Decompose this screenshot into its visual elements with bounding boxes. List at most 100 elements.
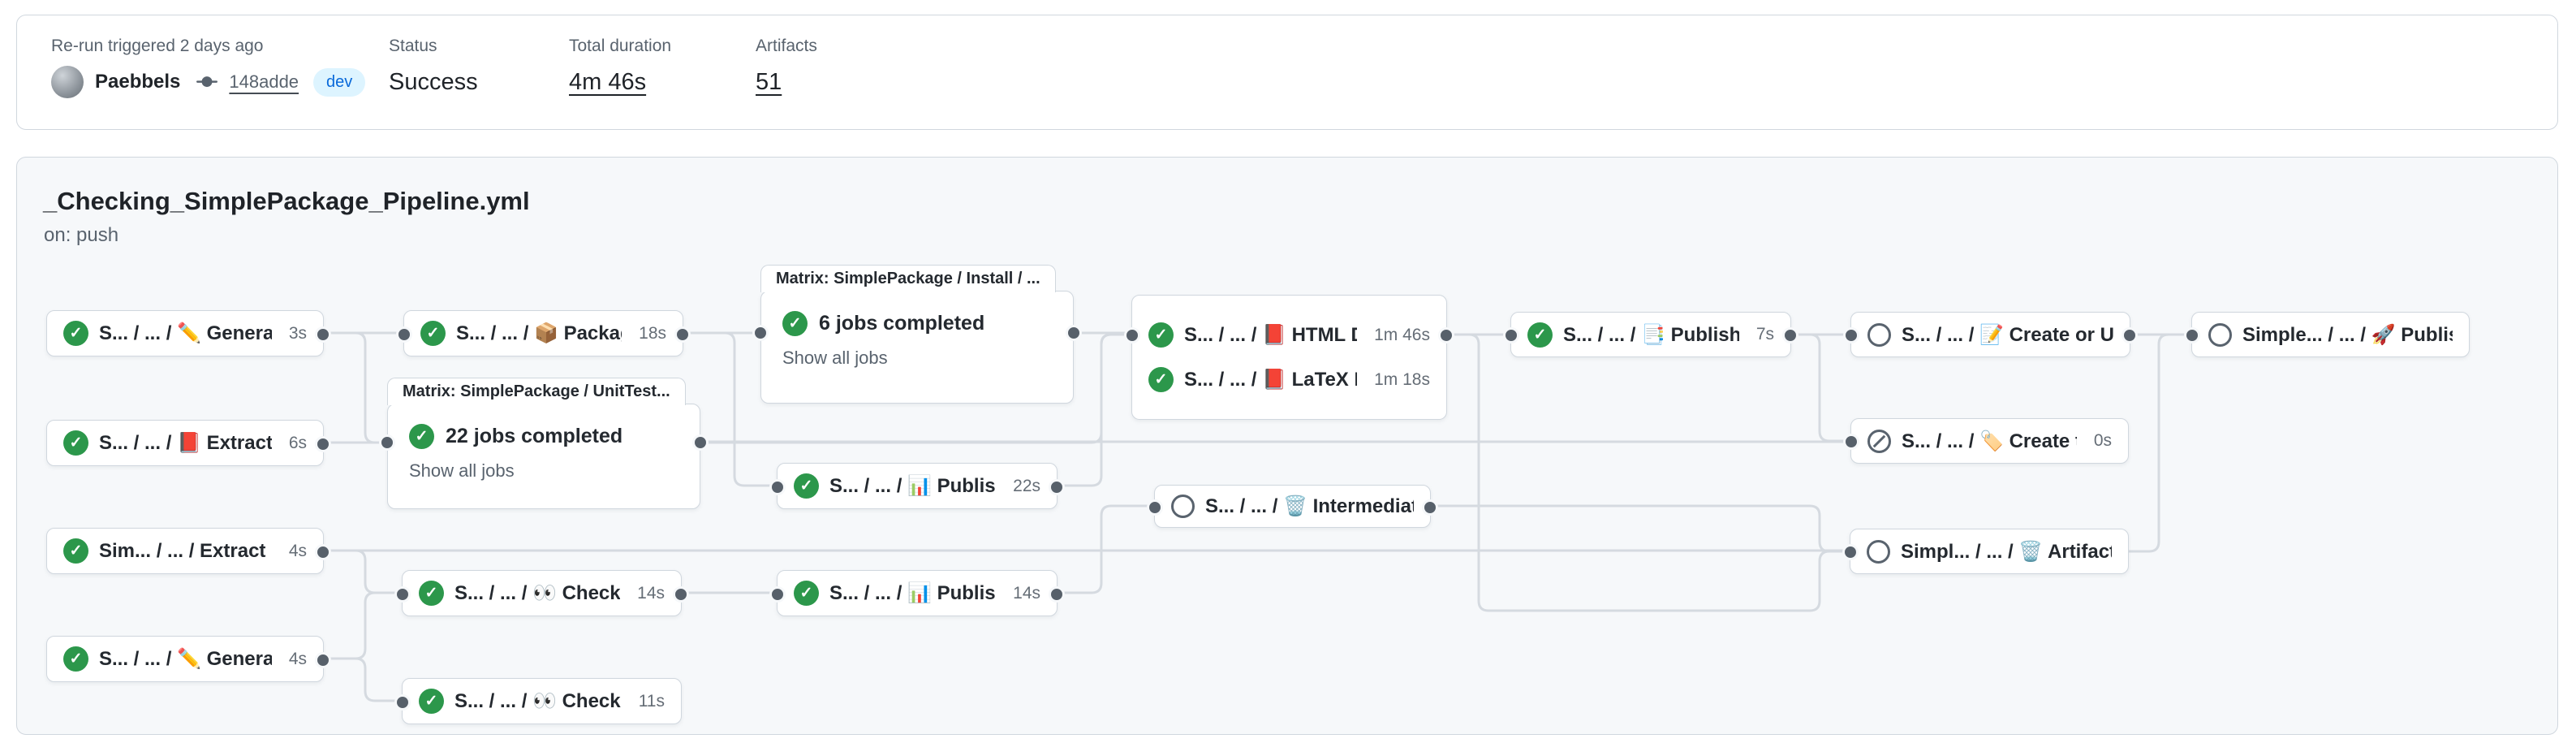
- duration-value[interactable]: 4m 46s: [569, 69, 671, 96]
- workflow-trigger: on: push: [44, 224, 118, 247]
- success-check-icon: ✓: [1527, 322, 1553, 348]
- job-extract-configurations[interactable]: ✓S... / ... / 📕 Extract configur...6s: [46, 420, 324, 466]
- job-publish-to-gh-pages[interactable]: ✓ S... / ... / 📑 Publish to GH-P... 7s: [1510, 312, 1791, 357]
- matrix-node[interactable]: ✓6 jobs completed Show all jobs: [760, 291, 1074, 404]
- job-check-static-types[interactable]: ✓S... / ... / 👀 Check Static Ty...14s: [402, 570, 682, 616]
- job-package-in-source[interactable]: ✓S... / ... / 📦 Package in Sou...18s: [403, 310, 683, 356]
- job-create-or-update-release[interactable]: S... / ... / 📝 Create or Update R...: [1850, 312, 2130, 357]
- connection-dot: [692, 434, 709, 451]
- connection-dot: [1147, 499, 1163, 516]
- job-label: S... / ... / 📊 Publish Code C...: [829, 474, 996, 498]
- neutral-circle-icon: [1171, 495, 1195, 518]
- connection-dot: [1503, 327, 1519, 343]
- job-duration: 1m 18s: [1368, 370, 1430, 390]
- job-duration: 22s: [1006, 477, 1040, 496]
- job-publish-to-pypi[interactable]: Simple... / ... / 🚀 Publish to PyPI: [2191, 312, 2470, 357]
- avatar[interactable]: [51, 66, 84, 98]
- branch-badge[interactable]: dev: [313, 68, 365, 97]
- job-label: S... / ... / ✏️ Generate pipelin...: [99, 322, 272, 345]
- job-generate-params-2[interactable]: ✓ S... / ... / ✏️ Generate pipelin... 4s: [46, 636, 324, 682]
- show-all-jobs-link[interactable]: Show all jobs: [409, 460, 678, 482]
- job-label: S... / ... / 📝 Create or Update R...: [1902, 323, 2113, 347]
- job-artifact-cleanup[interactable]: Simpl... / ... / 🗑️ Artifact Cleanup: [1850, 529, 2129, 574]
- neutral-circle-icon: [2208, 323, 2232, 347]
- skipped-icon: [1867, 430, 1891, 453]
- job-label: Simple... / ... / 🚀 Publish to PyPI: [2242, 323, 2453, 347]
- actor-name[interactable]: Paebbels: [95, 71, 180, 93]
- artifacts-count[interactable]: 51: [756, 69, 817, 96]
- job-label: S... / ... / ✏️ Generate pipelin...: [99, 647, 272, 671]
- status-value: Success: [389, 69, 478, 96]
- run-trigger-column: Re-run triggered 2 days ago Paebbels 148…: [51, 37, 365, 98]
- run-summary-card: Re-run triggered 2 days ago Paebbels 148…: [16, 15, 2558, 130]
- connection-dot: [752, 325, 769, 341]
- matrix-matrix-unittest: Matrix: SimplePackage / UnitTest...✓22 j…: [387, 378, 700, 509]
- success-check-icon: ✓: [419, 689, 444, 714]
- connection-dot: [1843, 327, 1859, 343]
- job-group-documentation-group: ✓S... / ... / 📕 HTML Docu...1m 46s✓S... …: [1131, 295, 1447, 420]
- success-check-icon: ✓: [63, 646, 88, 672]
- matrix-jobs-count: 6 jobs completed: [819, 312, 984, 335]
- success-check-icon: ✓: [63, 430, 88, 456]
- commit-link[interactable]: 148adde: [229, 71, 299, 93]
- job-label: S... / ... / 🏷️ Create tag '${{ in...: [1902, 430, 2077, 453]
- matrix-status-row: ✓22 jobs completed: [409, 424, 678, 449]
- job-row[interactable]: ✓ S... / ... / 📕 LaTeX Docu... 1m 18s: [1148, 367, 1430, 392]
- job-row[interactable]: ✓S... / ... / 📕 HTML Docu...1m 46s: [1148, 322, 1430, 348]
- job-label: Sim... / ... / Extract Information: [99, 540, 272, 563]
- job-generate-params-1[interactable]: ✓ S... / ... / ✏️ Generate pipelin... 3s: [46, 310, 324, 356]
- job-label: S... / ... / 📑 Publish to GH-P...: [1563, 323, 1739, 347]
- workflow-title: _Checking_SimplePackage_Pipeline.yml: [43, 187, 530, 216]
- matrix-status-row: ✓6 jobs completed: [782, 311, 1052, 336]
- connection-dot: [1422, 499, 1438, 516]
- actor-row: Paebbels 148adde dev: [51, 66, 365, 98]
- job-publish-code-coverage[interactable]: ✓ S... / ... / 📊 Publish Code C... 22s: [777, 463, 1058, 509]
- job-duration: 0s: [2087, 431, 2112, 451]
- matrix-node[interactable]: ✓22 jobs completed Show all jobs: [387, 404, 700, 509]
- job-create-tag[interactable]: S... / ... / 🏷️ Create tag '${{ in... 0s: [1850, 418, 2129, 464]
- neutral-circle-icon: [1867, 540, 1890, 564]
- connection-dot: [1049, 479, 1065, 495]
- connection-dot: [396, 326, 412, 343]
- job-label: S... / ... / 📕 LaTeX Docu...: [1184, 368, 1357, 391]
- connection-dot: [769, 479, 786, 495]
- matrix-tab-label: Matrix: SimplePackage / UnitTest...: [387, 378, 686, 405]
- duration-label: Total duration: [569, 37, 671, 56]
- git-commit-icon: [196, 71, 218, 93]
- matrix-tab-label: Matrix: SimplePackage / Install / ...: [760, 265, 1056, 292]
- success-check-icon: ✓: [419, 581, 444, 606]
- connection-dot: [1438, 327, 1454, 343]
- show-all-jobs-link[interactable]: Show all jobs: [782, 348, 1052, 369]
- connection-dot: [1842, 544, 1859, 560]
- job-label: S... / ... / 👀 Check Static Ty...: [454, 581, 620, 605]
- job-duration: 7s: [1750, 325, 1774, 344]
- connection-dot: [1124, 327, 1140, 343]
- connection-dot: [1049, 586, 1065, 603]
- job-intermediate-artifacts[interactable]: S... / ... / 🗑️ Intermediate Artifa...: [1154, 485, 1431, 528]
- connection-dot: [379, 434, 395, 451]
- connection-dot: [2122, 327, 2138, 343]
- neutral-circle-icon: [1867, 323, 1891, 347]
- job-duration: 3s: [282, 324, 307, 343]
- success-check-icon: ✓: [1148, 322, 1174, 348]
- job-duration: 4s: [282, 650, 307, 669]
- connection-dot: [673, 586, 689, 603]
- job-label: S... / ... / 👀 Check docume...: [454, 689, 622, 713]
- connection-dot: [315, 326, 331, 343]
- connection-dot: [394, 694, 411, 711]
- matrix-matrix-install: Matrix: SimplePackage / Install / ...✓6 …: [760, 265, 1074, 404]
- matrix-jobs-count: 22 jobs completed: [446, 425, 622, 448]
- status-label: Status: [389, 37, 478, 56]
- success-check-icon: ✓: [794, 581, 819, 606]
- rerun-label: Re-run triggered 2 days ago: [51, 37, 365, 56]
- success-check-icon: ✓: [1148, 367, 1174, 392]
- job-duration: 1m 46s: [1368, 326, 1430, 345]
- job-extract-information[interactable]: ✓Sim... / ... / Extract Information4s: [46, 528, 324, 574]
- connection-dot: [1782, 327, 1798, 343]
- connection-dot: [769, 586, 786, 603]
- job-duration: 6s: [282, 434, 307, 453]
- success-check-icon: ✓: [794, 473, 819, 499]
- job-publish-test-results[interactable]: ✓S... / ... / 📊 Publish Test Re...14s: [777, 570, 1058, 616]
- success-check-icon: ✓: [63, 321, 88, 346]
- job-check-documentation[interactable]: ✓S... / ... / 👀 Check docume...11s: [402, 678, 682, 724]
